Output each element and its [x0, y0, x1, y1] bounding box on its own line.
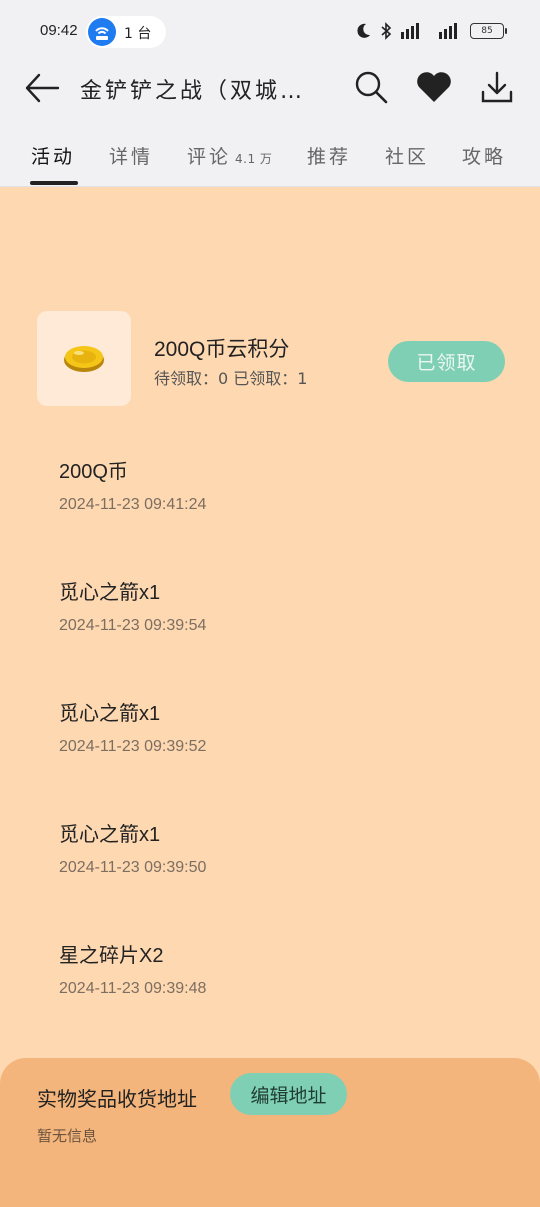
tab-bar: 活动 详情 评论 4.1 万 推荐 社区 攻略 — [0, 124, 540, 187]
record-time: 2024-11-23 09:39:52 — [59, 738, 207, 755]
bluetooth-icon — [380, 22, 392, 40]
tab-label: 活动 — [31, 146, 76, 168]
tab-recommend[interactable]: 推荐 — [307, 142, 351, 169]
record-time: 2024-11-23 09:39:50 — [59, 859, 207, 876]
record-name: 觅心之箭x1 — [59, 703, 161, 725]
hotspot-pill[interactable]: 1 台 — [86, 16, 166, 48]
tab-community[interactable]: 社区 — [385, 142, 429, 169]
tab-details[interactable]: 详情 — [109, 142, 153, 169]
tab-label: 推荐 — [307, 146, 352, 168]
record-item: 觅心之箭x1 2024-11-23 09:39:50 — [59, 818, 206, 877]
record-item: 星之碎片X2 2024-11-23 09:39:48 — [59, 939, 206, 998]
tab-guides[interactable]: 攻略 — [462, 142, 506, 169]
record-name: 200Q币 — [59, 461, 128, 483]
address-sheet: 实物奖品收货地址 编辑地址 暂无信息 — [0, 1058, 540, 1207]
battery-icon: 85 — [470, 23, 507, 39]
record-time: 2024-11-23 09:39:48 — [59, 980, 207, 997]
record-item: 觅心之箭x1 2024-11-23 09:39:54 — [59, 576, 206, 635]
record-time: 2024-11-23 09:41:24 — [59, 496, 207, 513]
address-label: 实物奖品收货地址 — [37, 1087, 197, 1111]
record-name: 星之碎片X2 — [59, 945, 164, 967]
record-name: 觅心之箭x1 — [59, 582, 161, 604]
tab-label: 评论 — [187, 146, 232, 168]
record-name: 觅心之箭x1 — [59, 824, 161, 846]
signal-5g-icon — [400, 22, 424, 40]
search-icon[interactable] — [352, 68, 390, 106]
favorite-heart-icon[interactable] — [415, 68, 453, 106]
hotspot-count: 1 台 — [124, 26, 152, 42]
status-time: 09:42 — [40, 22, 78, 39]
moon-icon — [354, 22, 372, 40]
signal-5g-secondary-icon — [432, 22, 462, 40]
back-arrow-icon[interactable] — [24, 70, 60, 106]
record-time: 2024-11-23 09:39:54 — [59, 617, 207, 634]
active-tab-indicator — [30, 181, 78, 185]
reward-stats: 待领取：0 已领取：1 — [154, 369, 308, 388]
record-item: 觅心之箭x1 2024-11-23 09:39:52 — [59, 697, 206, 756]
address-empty-text: 暂无信息 — [37, 1127, 98, 1145]
comment-count: 4.1 万 — [235, 152, 273, 166]
wifi-hotspot-icon — [88, 18, 116, 46]
tab-label: 详情 — [109, 146, 154, 168]
claimed-button[interactable]: 已领取 — [388, 341, 505, 382]
app-header: 金铲铲之战（双城… — [0, 62, 540, 124]
reward-thumbnail — [37, 311, 131, 406]
status-bar: 09:42 1 台 85 — [0, 0, 540, 62]
record-item: 200Q币 2024-11-23 09:41:24 — [59, 455, 206, 514]
page-title: 金铲铲之战（双城… — [80, 79, 306, 104]
download-icon[interactable] — [478, 68, 516, 106]
tab-activity[interactable]: 活动 — [31, 142, 75, 169]
tab-label: 攻略 — [462, 146, 507, 168]
tab-label: 社区 — [385, 146, 430, 168]
tab-comments[interactable]: 评论 4.1 万 — [187, 142, 272, 169]
battery-level: 85 — [481, 26, 493, 36]
gold-coin-icon — [63, 343, 105, 373]
reward-title: 200Q币云积分 — [154, 338, 290, 361]
edit-address-button[interactable]: 编辑地址 — [230, 1073, 347, 1115]
